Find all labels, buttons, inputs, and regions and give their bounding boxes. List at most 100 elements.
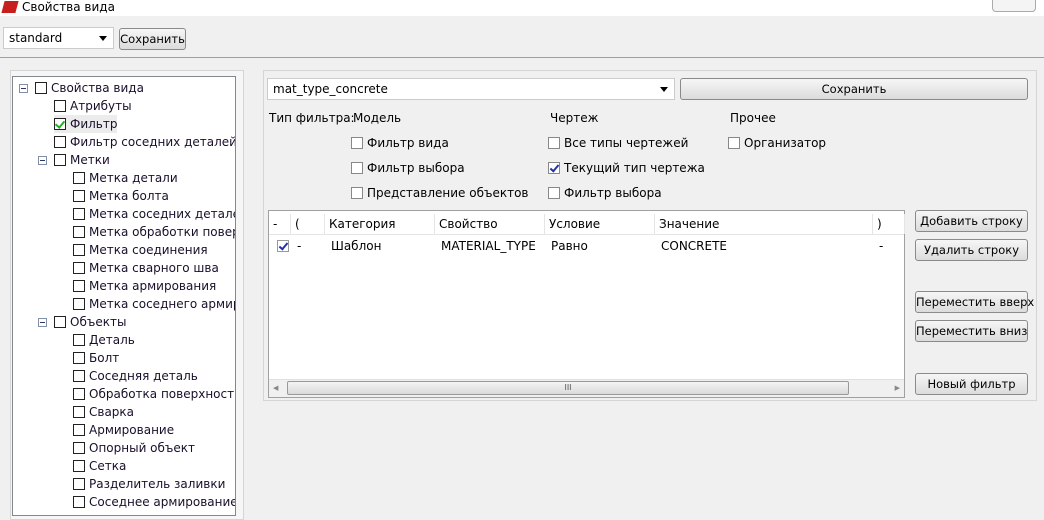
table-cell[interactable]: - <box>879 237 883 255</box>
move-down-button[interactable]: Переместить вниз <box>915 320 1028 342</box>
collapse-icon[interactable] <box>38 156 47 165</box>
tree-checkbox[interactable] <box>73 424 85 436</box>
tree-item[interactable]: Болт <box>73 349 119 367</box>
filter-combo-value: mat_type_concrete <box>273 82 388 96</box>
tree-checkbox[interactable] <box>54 118 66 130</box>
table-cell[interactable]: Шаблон <box>331 237 381 255</box>
tree-item[interactable]: Метка сварного шва <box>73 259 219 277</box>
tree-item-label: Сетка <box>89 459 127 473</box>
filter-combo[interactable]: mat_type_concrete <box>267 78 675 100</box>
column-header[interactable]: Условие <box>545 214 655 234</box>
collapse-icon[interactable] <box>19 84 28 93</box>
tree-item[interactable]: Метка болта <box>73 187 169 205</box>
filter-type-checkbox[interactable]: Фильтр выбора <box>351 161 465 175</box>
new-filter-button[interactable]: Новый фильтр <box>915 373 1028 395</box>
tree-checkbox[interactable] <box>54 316 66 328</box>
checkbox-label: Фильтр выбора <box>367 161 465 175</box>
settings-tree[interactable]: Свойства вида Атрибуты Фильтр Фильтр соседн… <box>12 76 236 516</box>
column-header[interactable]: Свойство <box>435 214 545 234</box>
add-row-button[interactable]: Добавить строку <box>915 210 1028 232</box>
tree-item[interactable]: Атрибуты <box>54 97 132 115</box>
delete-row-button[interactable]: Удалить строку <box>915 239 1028 261</box>
tree-item[interactable]: Фильтр <box>54 115 118 133</box>
tree-checkbox[interactable] <box>73 244 85 256</box>
move-up-button[interactable]: Переместить вверх <box>915 291 1034 313</box>
filter-type-checkbox[interactable]: Организатор <box>728 136 826 150</box>
table-cell[interactable]: MATERIAL_TYPE <box>441 237 536 255</box>
tree-checkbox[interactable] <box>35 82 47 94</box>
filter-type-checkbox[interactable]: Текущий тип чертежа <box>548 161 705 175</box>
close-button[interactable] <box>992 0 1036 12</box>
tree-checkbox[interactable] <box>73 370 85 382</box>
filter-type-checkbox[interactable]: Все типы чертежей <box>548 136 688 150</box>
checkbox[interactable] <box>548 162 560 174</box>
tree-item[interactable]: Метка детали <box>73 169 178 187</box>
column-header[interactable]: Категория <box>325 214 435 234</box>
tree-item[interactable]: Армирование <box>73 421 174 439</box>
view-settings-combo[interactable]: standard <box>3 27 114 49</box>
tree-item[interactable]: Разделитель заливки <box>73 475 225 493</box>
table-cell[interactable]: Равно <box>551 237 588 255</box>
tree-checkbox[interactable] <box>73 496 85 508</box>
tree-checkbox[interactable] <box>73 262 85 274</box>
tree-checkbox[interactable] <box>73 442 85 454</box>
tree-checkbox[interactable] <box>73 280 85 292</box>
scroll-right-icon[interactable]: ▶ <box>895 384 900 392</box>
tree-item[interactable]: Соседняя деталь <box>73 367 198 385</box>
filter-type-checkbox[interactable]: Представление объектов <box>351 186 528 200</box>
checkbox[interactable] <box>548 187 560 199</box>
tree-item[interactable]: Обработка поверхности <box>73 385 235 403</box>
column-header[interactable]: ) <box>873 214 905 234</box>
tree-checkbox[interactable] <box>54 136 66 148</box>
filter-rules-table[interactable]: -(Категория Свойство Условие Значение) - Шабл… <box>268 210 905 398</box>
checkbox[interactable] <box>728 137 740 149</box>
tree-checkbox[interactable] <box>73 478 85 490</box>
save-view-button[interactable]: Сохранить <box>119 28 186 50</box>
tree-item-label: Метка обработки поверхн <box>89 225 235 239</box>
row-checkbox[interactable] <box>277 240 289 252</box>
tree-checkbox[interactable] <box>73 406 85 418</box>
tree-checkbox[interactable] <box>73 352 85 364</box>
column-header[interactable]: ( <box>291 214 325 234</box>
tree-checkbox[interactable] <box>73 226 85 238</box>
checkbox[interactable] <box>351 187 363 199</box>
scroll-left-icon[interactable]: ◀ <box>273 384 278 392</box>
tree-item[interactable]: Метка обработки поверхн <box>73 223 235 241</box>
tree-item[interactable]: Соседнее армирование <box>73 493 235 511</box>
save-filter-button[interactable]: Сохранить <box>680 78 1028 100</box>
filter-type-checkbox[interactable]: Фильтр выбора <box>548 186 662 200</box>
column-header[interactable]: Значение <box>655 214 873 234</box>
tree-checkbox[interactable] <box>73 388 85 400</box>
tree-item[interactable]: Метка соседних деталей <box>73 205 235 223</box>
checkbox[interactable] <box>351 162 363 174</box>
tree-item[interactable]: Деталь <box>73 331 135 349</box>
table-cell[interactable]: CONCRETE <box>661 237 727 255</box>
window-title: Свойства вида <box>22 0 115 14</box>
tree-item[interactable]: Метка армирования <box>73 277 216 295</box>
tree-item[interactable]: Сварка <box>73 403 134 421</box>
scrollbar-thumb[interactable]: III <box>287 381 849 395</box>
tree-checkbox[interactable] <box>73 460 85 472</box>
tree-checkbox[interactable] <box>73 298 85 310</box>
tree-checkbox[interactable] <box>54 154 66 166</box>
tree-item[interactable]: Объекты <box>54 313 126 331</box>
tree-checkbox[interactable] <box>73 334 85 346</box>
tree-checkbox[interactable] <box>73 190 85 202</box>
tree-item[interactable]: Метка соседнего армиров <box>73 295 235 313</box>
tree-item[interactable]: Сетка <box>73 457 126 475</box>
table-cell[interactable]: - <box>297 237 301 255</box>
checkbox[interactable] <box>548 137 560 149</box>
tree-item[interactable]: Метка соединения <box>73 241 208 259</box>
tree-item-label: Метка соединения <box>89 243 208 257</box>
tree-checkbox[interactable] <box>54 100 66 112</box>
column-header[interactable]: - <box>269 214 291 234</box>
tree-item[interactable]: Метки <box>54 151 110 169</box>
tree-checkbox[interactable] <box>73 208 85 220</box>
tree-item[interactable]: Опорный объект <box>73 439 195 457</box>
checkbox[interactable] <box>351 137 363 149</box>
tree-checkbox[interactable] <box>73 172 85 184</box>
collapse-icon[interactable] <box>38 318 47 327</box>
filter-type-checkbox[interactable]: Фильтр вида <box>351 136 449 150</box>
tree-item[interactable]: Свойства вида <box>35 79 144 97</box>
tree-item[interactable]: Фильтр соседних деталей <box>54 133 235 151</box>
